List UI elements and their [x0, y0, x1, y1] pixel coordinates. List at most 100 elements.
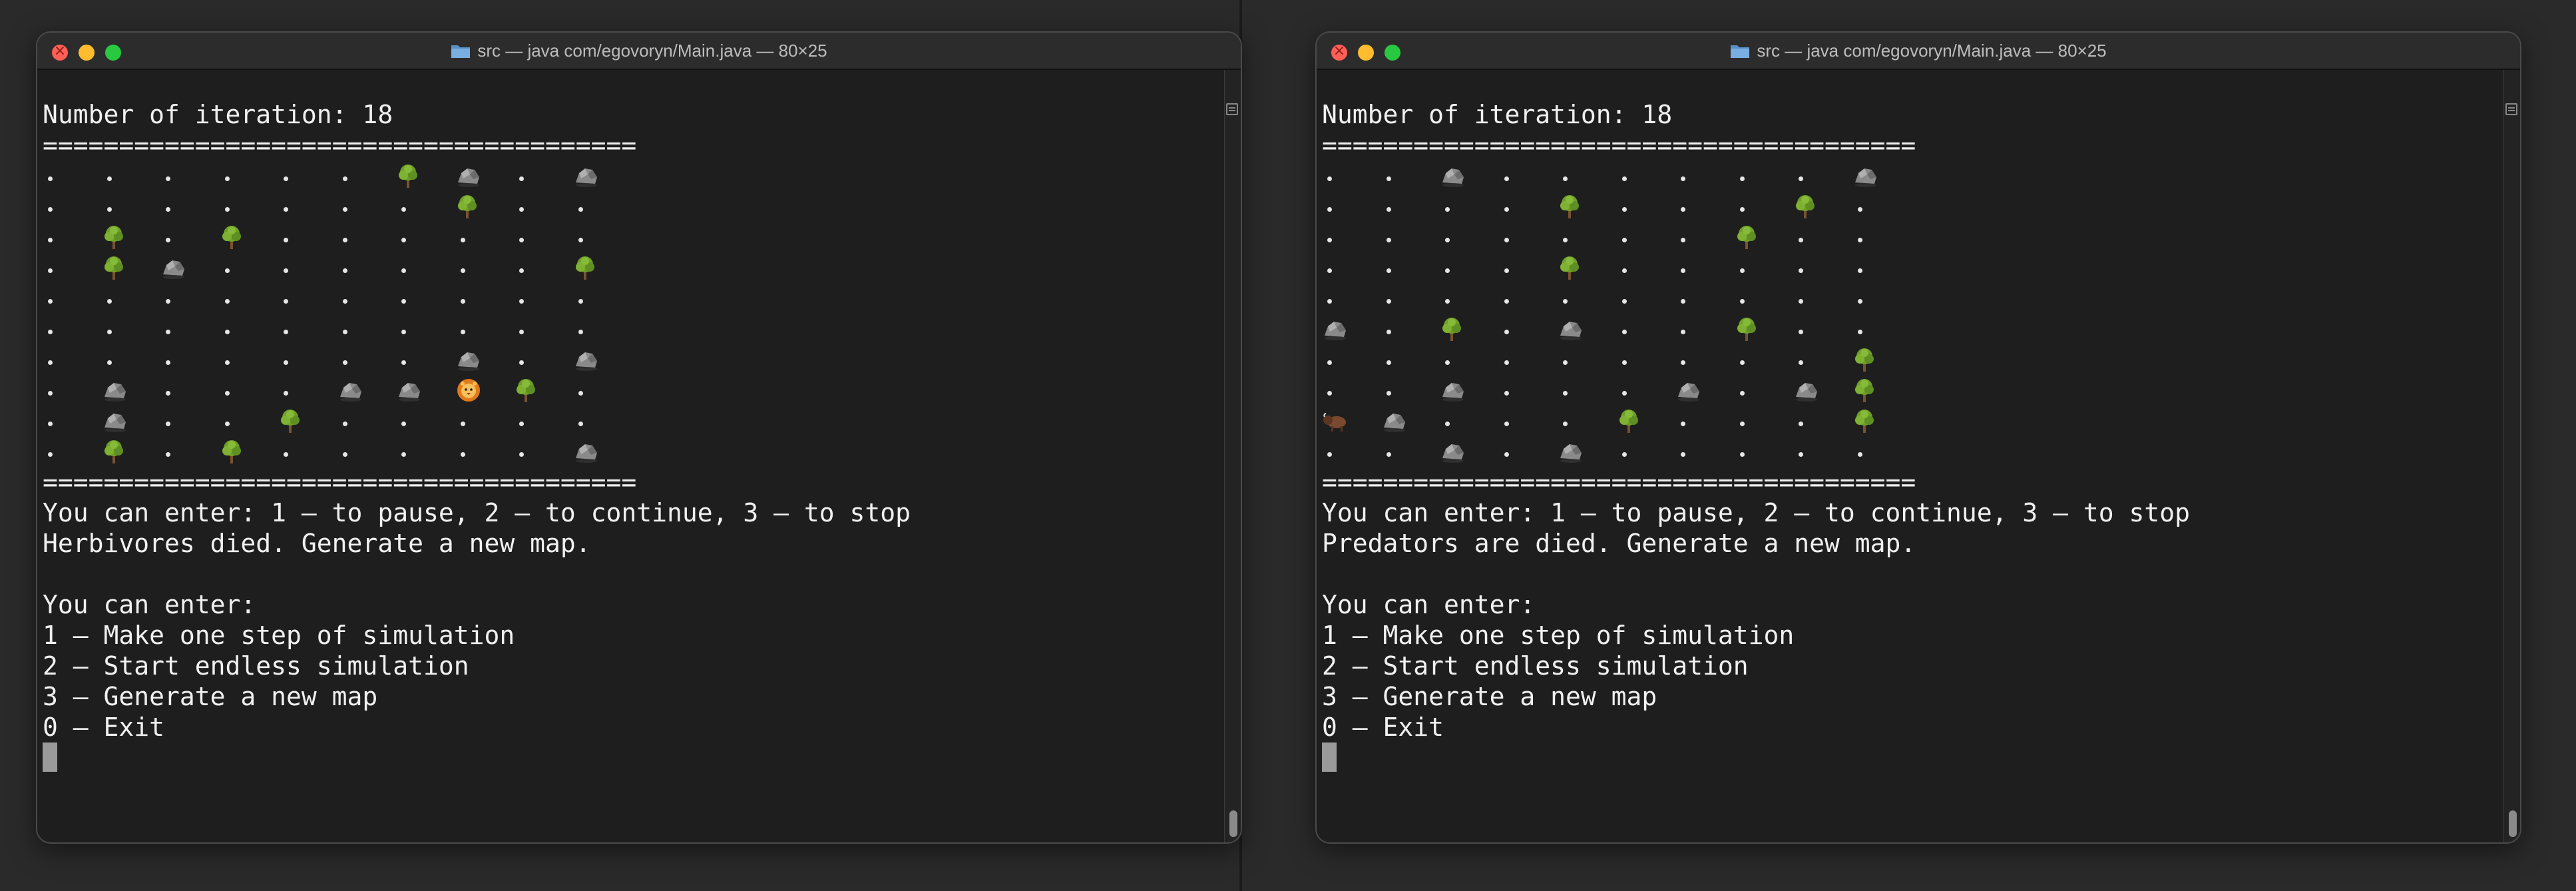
terminal-content[interactable]: Number of iteration: 18 ================… — [43, 99, 911, 773]
empty-cell — [160, 344, 220, 375]
empty-cell — [337, 283, 397, 314]
text-cursor[interactable] — [43, 742, 57, 772]
status-message: Herbivores died. Generate a new map. — [43, 529, 591, 558]
empty-cell — [1322, 375, 1381, 406]
empty-cell — [1322, 436, 1381, 467]
map-row — [43, 160, 911, 191]
empty-cell — [514, 252, 573, 283]
empty-cell — [278, 222, 337, 252]
tree-icon — [396, 160, 455, 191]
empty-cell — [43, 344, 102, 375]
window-title-text: src — java com/egovoryn/Main.java — 80×2… — [477, 41, 827, 61]
menu-item-step: 1 — Make one step of simulation — [1322, 621, 1795, 650]
empty-cell — [1381, 436, 1440, 467]
rock-icon — [1675, 375, 1735, 406]
iteration-header: Number of iteration: 18 — [43, 100, 393, 129]
scroll-marker-icon[interactable] — [1226, 103, 1238, 115]
empty-cell — [1735, 406, 1794, 436]
empty-cell — [1322, 283, 1381, 314]
empty-cell — [1793, 160, 1852, 191]
rock-icon — [1440, 160, 1499, 191]
rock-icon — [396, 375, 455, 406]
scroll-thumb[interactable] — [1229, 810, 1237, 837]
rock-icon — [102, 375, 161, 406]
empty-cell — [43, 436, 102, 467]
map-row — [43, 436, 911, 467]
empty-cell — [43, 222, 102, 252]
terminal-window-right[interactable]: src — java com/egovoryn/Main.java — 80×2… — [1315, 31, 2521, 844]
empty-cell — [1499, 252, 1558, 283]
tree-icon — [102, 436, 161, 467]
empty-cell — [102, 283, 161, 314]
menu-item-exit: 0 — Exit — [43, 713, 165, 742]
empty-cell — [1440, 344, 1499, 375]
empty-cell — [1793, 252, 1852, 283]
scrollbar[interactable] — [1224, 70, 1241, 842]
empty-cell — [1852, 222, 1912, 252]
empty-cell — [160, 375, 220, 406]
empty-cell — [573, 406, 632, 436]
empty-cell — [1381, 160, 1440, 191]
empty-cell — [1381, 375, 1440, 406]
empty-cell — [337, 191, 397, 222]
tree-icon — [102, 222, 161, 252]
empty-cell — [220, 314, 279, 344]
empty-cell — [220, 375, 279, 406]
grid-separator-bottom: ======================================= — [1322, 467, 1916, 497]
tree-icon — [102, 252, 161, 283]
empty-cell — [573, 375, 632, 406]
terminal-window-left[interactable]: src — java com/egovoryn/Main.java — 80×2… — [36, 31, 1242, 844]
scroll-thumb[interactable] — [2509, 810, 2517, 837]
tree-icon — [1735, 222, 1794, 252]
empty-cell — [514, 222, 573, 252]
title-bar[interactable]: src — java com/egovoryn/Main.java — 80×2… — [37, 33, 1241, 70]
empty-cell — [102, 344, 161, 375]
empty-cell — [1675, 252, 1735, 283]
empty-cell — [1735, 436, 1794, 467]
rock-icon — [1440, 375, 1499, 406]
empty-cell — [514, 191, 573, 222]
text-cursor[interactable] — [1322, 742, 1337, 772]
map-row — [43, 375, 911, 406]
empty-cell — [220, 283, 279, 314]
empty-cell — [1499, 314, 1558, 344]
empty-cell — [160, 283, 220, 314]
empty-cell — [1381, 344, 1440, 375]
empty-cell — [1793, 406, 1852, 436]
rock-icon — [160, 252, 220, 283]
empty-cell — [1735, 191, 1794, 222]
grid-separator-bottom: ======================================= — [43, 467, 637, 497]
empty-cell — [514, 160, 573, 191]
empty-cell — [1558, 222, 1617, 252]
empty-cell — [1381, 252, 1440, 283]
rock-icon — [455, 160, 515, 191]
empty-cell — [1499, 344, 1558, 375]
tree-icon — [1558, 191, 1617, 222]
empty-cell — [1617, 191, 1676, 222]
title-bar[interactable]: src — java com/egovoryn/Main.java — 80×2… — [1317, 33, 2520, 70]
empty-cell — [1852, 283, 1912, 314]
empty-cell — [1675, 160, 1735, 191]
scrollbar[interactable] — [2503, 70, 2520, 842]
rock-icon — [1440, 436, 1499, 467]
scroll-marker-icon[interactable] — [2505, 103, 2517, 115]
empty-cell — [1793, 222, 1852, 252]
rock-icon — [455, 344, 515, 375]
empty-cell — [1735, 252, 1794, 283]
empty-cell — [43, 191, 102, 222]
empty-cell — [1558, 375, 1617, 406]
empty-cell — [1440, 252, 1499, 283]
empty-cell — [1675, 436, 1735, 467]
empty-cell — [1735, 160, 1794, 191]
empty-cell — [455, 436, 515, 467]
empty-cell — [514, 314, 573, 344]
empty-cell — [455, 406, 515, 436]
empty-cell — [1381, 314, 1440, 344]
terminal-content[interactable]: Number of iteration: 18 ================… — [1322, 99, 2190, 773]
empty-cell — [160, 191, 220, 222]
map-row — [1322, 252, 2190, 283]
empty-cell — [220, 252, 279, 283]
map-row — [1322, 436, 2190, 467]
empty-cell — [455, 222, 515, 252]
empty-cell — [160, 436, 220, 467]
